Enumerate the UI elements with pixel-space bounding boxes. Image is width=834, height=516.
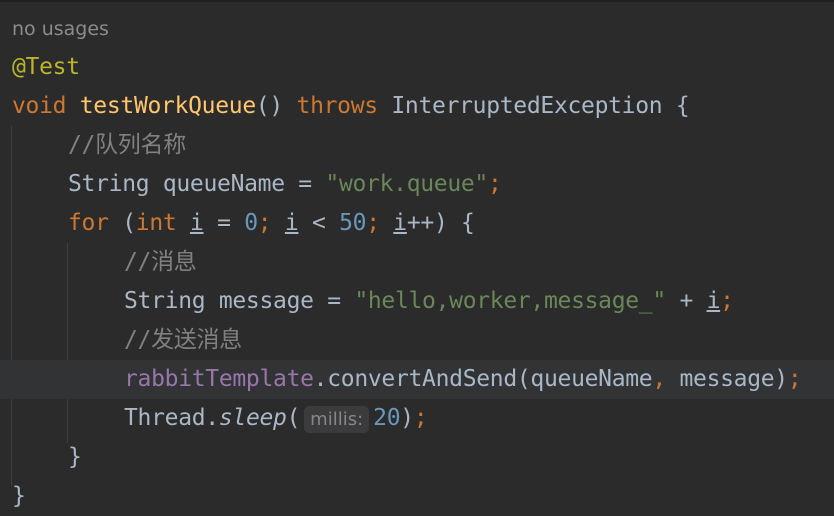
code-token: i bbox=[284, 210, 299, 236]
code-line[interactable]: @Test bbox=[0, 48, 834, 87]
code-token: ++) { bbox=[406, 210, 475, 236]
code-token: + bbox=[665, 288, 707, 314]
code-token: , bbox=[652, 366, 680, 392]
code-token: //发送消息 bbox=[124, 327, 242, 353]
code-token: int bbox=[135, 210, 190, 236]
code-token: ; bbox=[366, 210, 394, 236]
code-token: ) bbox=[400, 405, 414, 431]
code-editor[interactable]: no usages @Test void testWorkQueue() thro… bbox=[0, 9, 834, 516]
code-token: throws bbox=[296, 93, 392, 119]
code-line[interactable]: } bbox=[0, 477, 834, 516]
code-token: i bbox=[189, 210, 204, 236]
code-token: testWorkQueue bbox=[79, 93, 256, 119]
code-token: //消息 bbox=[124, 249, 197, 275]
code-token: i bbox=[393, 210, 407, 236]
code-token: 0 bbox=[244, 210, 258, 236]
parameter-hint: millis: bbox=[304, 406, 370, 433]
code-token: String message = bbox=[124, 288, 355, 314]
code-token: 20 bbox=[373, 405, 401, 431]
code-token: "hello,worker,message_" bbox=[354, 288, 666, 314]
code-token: //队列名称 bbox=[68, 132, 186, 158]
code-token: ; bbox=[413, 405, 428, 431]
code-token: Thread. bbox=[124, 405, 219, 431]
code-token: i bbox=[706, 288, 721, 314]
code-token: ; bbox=[720, 288, 734, 314]
code-token: < bbox=[298, 210, 340, 236]
code-line[interactable]: String queueName = "work.queue"; bbox=[0, 165, 834, 204]
code-token: for bbox=[68, 210, 123, 236]
code-vision-line: no usages bbox=[0, 9, 834, 48]
code-token: = bbox=[203, 210, 245, 236]
code-token: void bbox=[12, 93, 80, 119]
code-token: String queueName = bbox=[68, 171, 326, 197]
usages-hint[interactable]: no usages bbox=[12, 18, 109, 40]
code-line[interactable]: } bbox=[0, 438, 834, 477]
editor-top-border bbox=[0, 0, 834, 2]
code-token: @Test bbox=[12, 54, 80, 80]
code-token: message) bbox=[679, 366, 788, 392]
code-token: sleep bbox=[218, 405, 287, 431]
code-line[interactable]: //消息 bbox=[0, 243, 834, 282]
code-line[interactable]: void testWorkQueue() throws InterruptedE… bbox=[0, 87, 834, 126]
code-line[interactable]: String message = "hello,worker,message_"… bbox=[0, 282, 834, 321]
code-line[interactable]: //发送消息 bbox=[0, 321, 834, 360]
code-token: .convertAndSend(queueName bbox=[313, 366, 653, 392]
code-line[interactable]: Thread.sleep(millis: 20); bbox=[0, 399, 834, 438]
code-token: () bbox=[255, 93, 297, 119]
code-token: InterruptedException { bbox=[391, 93, 690, 119]
code-token: ; bbox=[787, 366, 802, 392]
code-token: ; bbox=[257, 210, 285, 236]
code-token: rabbitTemplate bbox=[124, 366, 314, 392]
code-line[interactable]: //队列名称 bbox=[0, 126, 834, 165]
code-token: "work.queue" bbox=[325, 171, 488, 197]
code-token: ( bbox=[286, 405, 301, 431]
code-line-current[interactable]: rabbitTemplate.convertAndSend(queueName,… bbox=[0, 360, 834, 399]
code-token: 50 bbox=[339, 210, 367, 236]
code-token: } bbox=[68, 444, 82, 470]
code-token: } bbox=[12, 483, 26, 509]
code-token: ; bbox=[487, 171, 502, 197]
code-line[interactable]: for (int i = 0; i < 50; i++) { bbox=[0, 204, 834, 243]
code-token: ( bbox=[122, 210, 136, 236]
